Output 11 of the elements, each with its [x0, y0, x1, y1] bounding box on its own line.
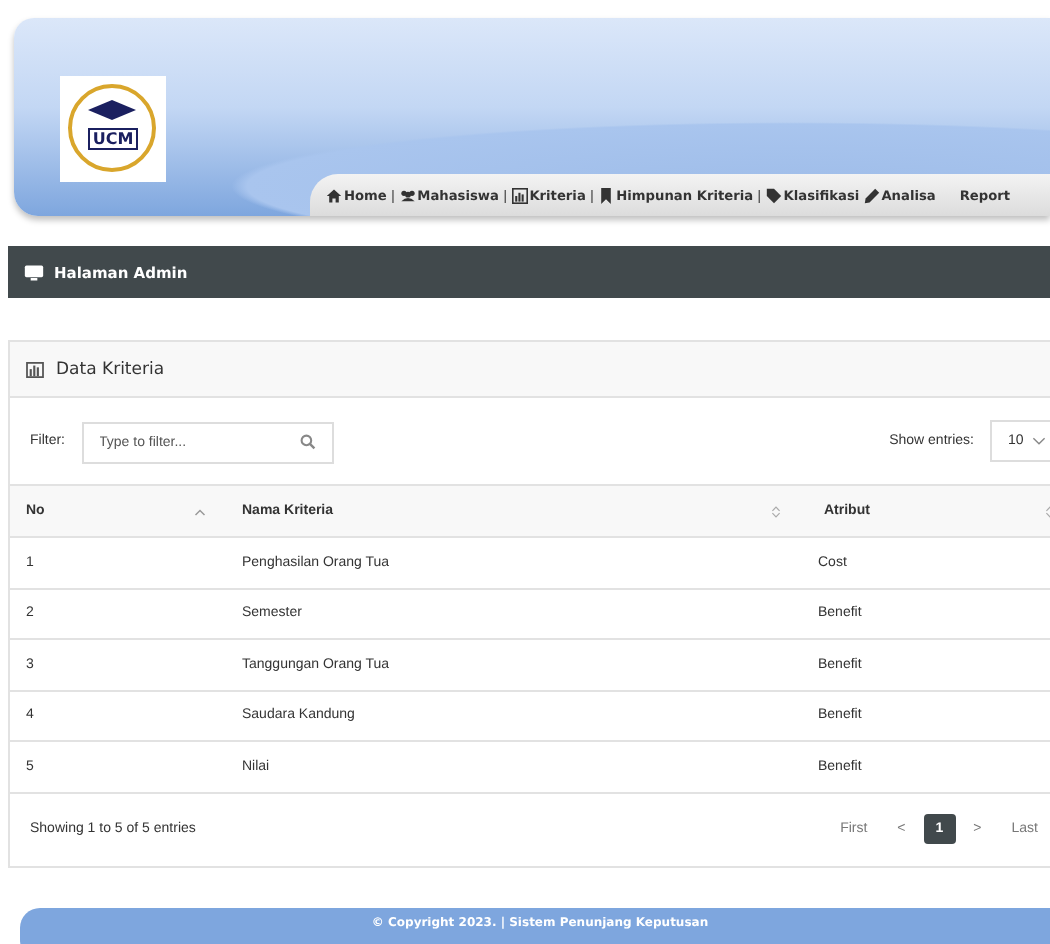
chevron-down-icon: [1031, 436, 1046, 446]
card-title: Data Kriteria: [56, 359, 165, 379]
search-icon: [299, 434, 315, 450]
monitor-icon: [24, 263, 44, 281]
bar-chart-icon: [26, 361, 44, 377]
pencil-icon: [863, 187, 880, 203]
home-icon: [326, 187, 342, 203]
logo-text: UCM: [88, 128, 138, 150]
bookmark-icon: [598, 187, 615, 203]
tag-icon: [765, 187, 782, 203]
bar-chart-icon: [511, 187, 528, 203]
